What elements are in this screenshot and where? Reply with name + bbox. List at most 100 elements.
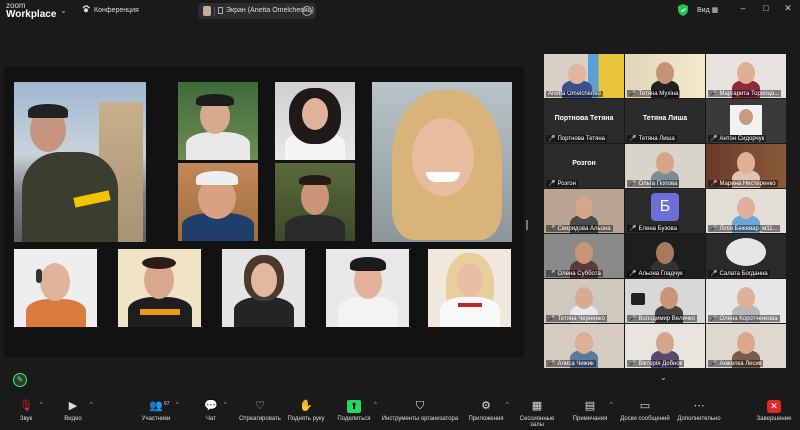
participant-tile[interactable]: 🎤 Анжелка Лесик	[706, 324, 786, 368]
annotate-pen-icon[interactable]: ✎	[13, 373, 27, 387]
mic-muted-icon: 🎤	[629, 316, 637, 322]
mic-muted-icon: 🎤	[629, 226, 637, 232]
breakout-rooms-icon: ▦	[531, 400, 543, 412]
chevron-up-icon[interactable]: ^	[40, 402, 43, 408]
chevron-up-icon[interactable]: ^	[506, 402, 509, 408]
participant-tile[interactable]: 🎤 Лілія Бежевар_м11...	[706, 189, 786, 233]
view-grid-icon: ▦	[711, 7, 719, 14]
whiteboard-icon: ▭	[639, 400, 651, 412]
gallery-scroll-down-icon[interactable]: ⌄	[660, 373, 667, 382]
notes-icon: ▤	[584, 400, 596, 412]
end-icon: ✕	[767, 400, 781, 413]
mic-muted-icon: 🎤	[548, 316, 556, 322]
chevron-up-icon[interactable]: ^	[610, 402, 613, 408]
participant-tile[interactable]: Anetta Omelchenko	[544, 54, 624, 98]
participant-name: 🎤 Лілія Бежевар_м11...	[708, 225, 780, 232]
host-tools-button[interactable]: ⛉ Инструменты организатора	[380, 400, 460, 422]
participant-tile[interactable]: 🎤 Тетяна Мухіна	[625, 54, 705, 98]
breakout-rooms-button[interactable]: ▦ Сессионные залы	[512, 400, 562, 428]
close-icon[interactable]: ✕	[782, 3, 794, 17]
presenter-avatar	[203, 6, 211, 16]
share-screen-icon: ⬆	[347, 400, 361, 413]
share-label: Экран (Anetta Omelchenko)	[226, 7, 314, 14]
participant-name: 🎤 Алиса Чижик	[546, 360, 596, 367]
chat-button[interactable]: 💬 Чат ^	[200, 400, 227, 422]
participant-tile[interactable]: Б 🎤 Елена Бузова	[625, 189, 705, 233]
chevron-up-icon[interactable]: ^	[90, 402, 93, 408]
toolbar-label: Участники	[141, 416, 171, 422]
shared-video-tile	[178, 82, 258, 160]
mic-muted-icon: 🎤	[548, 271, 556, 277]
minimize-icon[interactable]: –	[737, 3, 749, 17]
mic-muted-icon: 🎤	[548, 181, 556, 187]
mic-muted-icon: 🎤	[710, 271, 718, 277]
mic-muted-icon: 🎤	[548, 136, 556, 142]
participant-name: 🎤 Тетяна Мухіна	[627, 90, 681, 97]
participant-tile[interactable]: 🎤 Антон Сидорчук	[706, 99, 786, 143]
shared-video-tile	[372, 82, 512, 242]
end-meeting-button[interactable]: ✕ Завершение	[754, 400, 794, 422]
whiteboard-button[interactable]: ▭ Доски сообщений	[618, 400, 672, 422]
apps-button[interactable]: ⚙ Приложения ^	[466, 400, 509, 422]
mic-muted-icon: 🎤	[710, 136, 718, 142]
mic-muted-icon: 🎤	[710, 181, 718, 187]
logo-chevron-down-icon[interactable]: ⌄	[60, 6, 67, 15]
toolbar-label: Поделиться	[337, 416, 371, 422]
toolbar-label: Дополнительно	[677, 416, 721, 422]
participant-tile[interactable]: 🎤 Ольга Попова	[625, 144, 705, 188]
toolbar-label: Поднять руку	[287, 416, 325, 422]
conference-button[interactable]: Конференция	[82, 5, 139, 14]
mic-muted-icon: 🎤	[710, 361, 718, 367]
participant-name: 🎤 Тетяна Лиша	[627, 135, 677, 142]
participant-tile[interactable]: 🎤 Вікторія Добнок	[625, 324, 705, 368]
split-divider-handle[interactable]	[526, 220, 528, 230]
share-options-icon[interactable]: ⋯	[302, 6, 312, 16]
toolbar-label: Приложения	[468, 416, 504, 422]
participant-tile[interactable]: 🎤 Маргарита Торопцо...	[706, 54, 786, 98]
participant-name: 🎤 Марина Нестеренко	[708, 180, 778, 187]
screen-share-indicator[interactable]: Экран (Anetta Omelchenko) ⋯	[198, 3, 316, 19]
participant-tile[interactable]: 🎤 Свиридова Альона	[544, 189, 624, 233]
share-screen-button[interactable]: ⬆ Поделиться ^	[336, 400, 377, 422]
mic-muted-icon: 🎤	[710, 91, 718, 97]
participant-tile[interactable]: 🎤 Володимир Величко	[625, 279, 705, 323]
toolbar-label: Инструменты организатора	[381, 416, 459, 422]
chevron-up-icon[interactable]: ^	[176, 402, 179, 408]
shared-video-tile	[275, 82, 355, 160]
shared-video-tile	[178, 163, 258, 241]
participant-name: 🎤 Салата Богданна	[708, 270, 770, 277]
encryption-shield-icon[interactable]	[678, 4, 688, 16]
participant-tile[interactable]: 🎤 Олена Коротченкова	[706, 279, 786, 323]
chevron-up-icon[interactable]: ^	[374, 402, 377, 408]
participant-tile[interactable]: 🎤 Салата Богданна	[706, 234, 786, 278]
mic-muted-icon: 🎤	[629, 361, 637, 367]
audio-button[interactable]: 🎙 Звук ^	[12, 400, 43, 422]
conference-label: Конференция	[94, 7, 139, 14]
participant-tile[interactable]: 🎤 Тетяна Черненко	[544, 279, 624, 323]
react-button[interactable]: ♡ Отреагировать	[238, 400, 282, 422]
meeting-toolbar: 🎙 Звук ^ ▶ Видео ^ 👥 67 Участники ^ 💬 Ча…	[0, 398, 800, 430]
maximize-icon[interactable]: □	[760, 3, 772, 17]
video-button[interactable]: ▶ Видео ^	[58, 400, 93, 422]
toolbar-label: Видео	[64, 416, 82, 422]
participant-display-name: Тетяна Лиша	[642, 115, 688, 122]
participant-tile[interactable]: Розгон 🎤 Розгон	[544, 144, 624, 188]
paw-icon	[82, 5, 90, 13]
participant-tile[interactable]: Тетяна Лиша 🎤 Тетяна Лиша	[625, 99, 705, 143]
mic-muted-icon: 🎤	[710, 316, 718, 322]
more-button[interactable]: ⋯ Дополнительно	[676, 400, 722, 422]
participant-tile[interactable]: 🎤 Алиса Чижик	[544, 324, 624, 368]
view-button[interactable]: Вид ▦	[697, 6, 718, 14]
participant-name: 🎤 Елена Бузова	[627, 225, 679, 232]
raise-hand-button[interactable]: ✋ Поднять руку	[286, 400, 326, 422]
participant-name: 🎤 Вікторія Добнок	[627, 360, 685, 367]
participant-tile[interactable]: Портнова Тетяна 🎤 Портнова Тетяна	[544, 99, 624, 143]
participant-tile[interactable]: 🎤 Олена Субботa	[544, 234, 624, 278]
mic-muted-icon: 🎤	[629, 271, 637, 277]
toolbar-label: Сессионные залы	[519, 416, 555, 428]
participants-button[interactable]: 👥 67 Участники ^	[138, 400, 179, 422]
notes-button[interactable]: ▤ Примечания ^	[572, 400, 613, 422]
chevron-up-icon[interactable]: ^	[224, 402, 227, 408]
participant-tile[interactable]: 🎤 Марина Нестеренко	[706, 144, 786, 188]
participant-tile[interactable]: 🎤 Альона Гладчук	[625, 234, 705, 278]
